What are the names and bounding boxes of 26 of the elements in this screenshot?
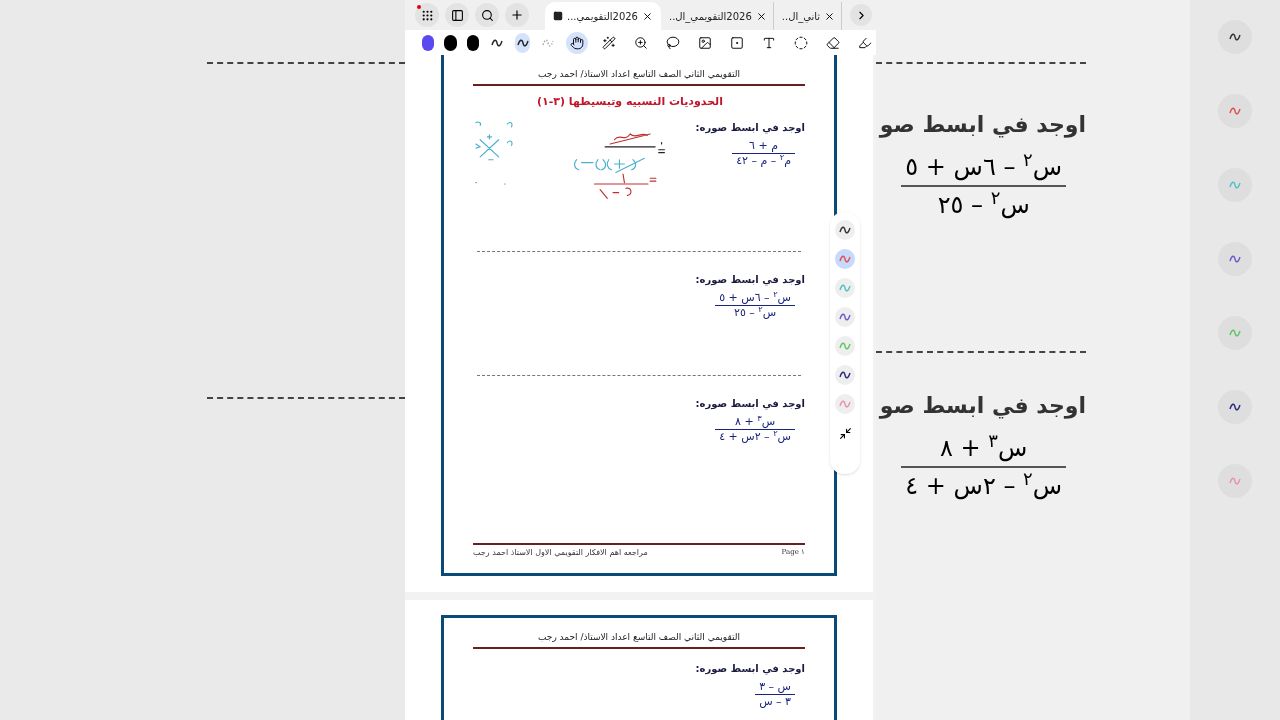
problem-prompt: اوجد في ابسط صو <box>877 111 1086 140</box>
fraction-numerator: س – ٣ <box>758 679 792 694</box>
page-footer-text: مراجعه اهم الافكار التقويمي الاول الاستاذ احمد رجب <box>473 547 648 559</box>
document-tab[interactable]: 2026التقويمي... <box>545 2 661 30</box>
fraction-numerator: س$^{٣}$ + ٨ <box>939 430 1029 464</box>
fraction-numerator: س$^{٢}$ – ٦س + ٥ <box>718 291 792 305</box>
tab-title: 2026التقويمي_ال.. <box>668 9 752 24</box>
fraction-denominator: س$^{٢}$ – ٢س + ٤ <box>904 468 1063 502</box>
section-title: الحدوديات النسبيه وتبسيطها (٣-١) <box>535 93 724 110</box>
problem-prompt: اوجد في ابسط صوره: <box>695 273 805 287</box>
problem-prompt: اوجد في ابسط صو <box>879 392 1086 421</box>
fraction-denominator: م$^{٢}$ – م – ٤٢ <box>735 154 792 168</box>
fraction-denominator: س$^{٢}$ – ٢س + ٤ <box>718 430 792 444</box>
problem-prompt: اوجد في ابسط صوره: <box>695 397 805 411</box>
page-header: التقويمي الثاني الصف التاسع اعداد الاستاذ/ احمد رجب <box>538 631 740 644</box>
fraction-numerator: م + ٦ <box>748 139 780 153</box>
fraction-denominator: س$^{٢}$ – ٢٥ <box>936 187 1031 221</box>
fraction-numerator: س$^{٢}$ – ٦س + ٥ <box>904 149 1063 183</box>
fraction-denominator: ٣ – س <box>758 694 792 709</box>
tab-title: 2026التقويمي... <box>567 9 638 24</box>
tab-title: ثاني_ال.. <box>781 9 821 24</box>
problem-prompt: اوجد في ابسط صوره: <box>695 661 805 676</box>
problem-prompt: اوجد في ابسط صوره: <box>695 121 805 135</box>
fraction-denominator: س$^{٢}$ – ٢٥ <box>732 306 778 320</box>
fraction-numerator: س$^{٣}$ + ٨ <box>734 415 777 429</box>
page-header: التقويمي الثاني الصف التاسع اعداد الاستاذ/ احمد رجب <box>538 68 740 81</box>
